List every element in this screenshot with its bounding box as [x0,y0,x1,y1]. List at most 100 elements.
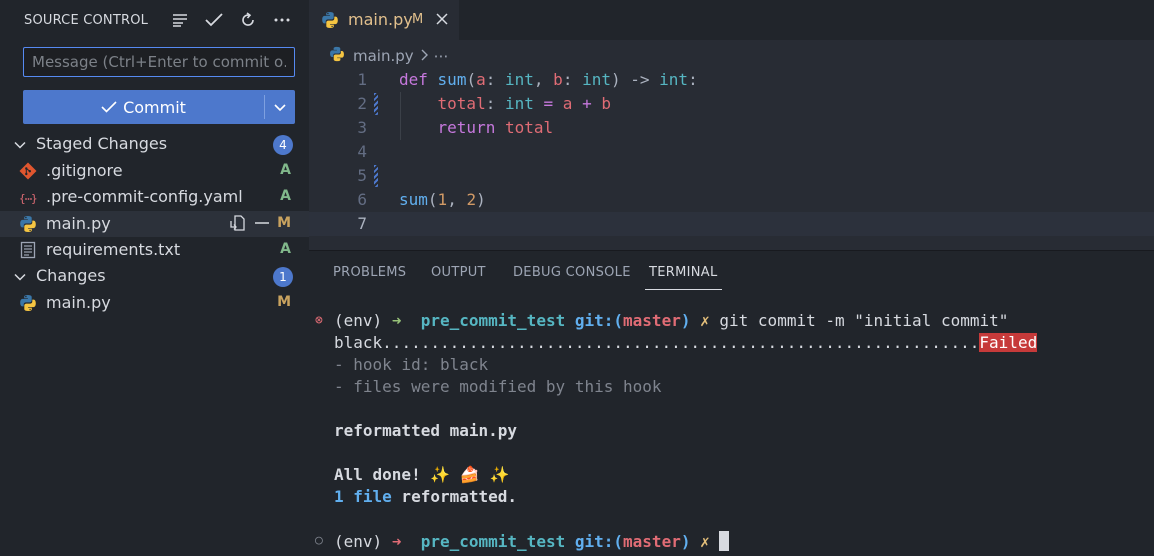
changes-label: Changes [36,266,106,285]
file-name: main.py [46,293,111,312]
tab-modified-indicator: M [412,12,424,27]
file-item-pre-commit-config[interactable]: {} .pre-commit-config.yaml A [0,184,309,210]
staged-count-badge: 4 [273,135,293,155]
prompt-branch: master [623,532,681,551]
prompt-git: git:( [574,311,624,330]
commit-main-action[interactable]: Commit [23,90,264,124]
file-name: .pre-commit-config.yaml [46,187,243,206]
commit-check-icon[interactable] [203,9,225,31]
file-name: .gitignore [46,161,123,180]
code-line-2: 2 total: int = a + b [309,92,1154,116]
code-line-4: 4 [309,140,1154,164]
file-name: requirements.txt [46,240,181,259]
prompt-git-close: ) [680,532,691,551]
prompt-dirty: ✗ [700,532,710,551]
tab-terminal[interactable]: TERMINAL [649,265,718,280]
file-item-main-py-changes[interactable]: main.py M [0,290,309,316]
prompt-dir: pre_commit_test [420,311,566,330]
file-name: main.py [46,214,111,233]
line-number: 2 [357,94,367,113]
summary-line: 1 file reformatted. [334,487,517,506]
breadcrumb-file[interactable]: main.py [329,46,414,66]
breadcrumb-more[interactable]: ⋯ [434,47,449,65]
file-item-gitignore[interactable]: .gitignore A [0,158,309,184]
line-number: 1 [357,70,367,89]
file-status: A [280,162,291,178]
code-text: total: int = a + b [437,94,611,113]
python-icon [19,294,37,312]
editor-tab-bar: main.py M [309,0,1154,40]
summary-rest: reformatted. [391,487,518,506]
prompt-dirty: ✗ [700,311,710,330]
hook-files-line: - files were modified by this hook [334,377,662,396]
code-view[interactable]: 1 def sum(a: int, b: int) -> int: 2 tota… [309,68,1154,236]
code-line-7: 7 [309,212,1154,236]
view-as-list-icon[interactable] [169,9,191,31]
sidebar-title: SOURCE CONTROL [24,13,149,28]
active-tab-indicator [645,289,722,290]
tab-output[interactable]: OUTPUT [431,265,486,280]
command-idle-icon[interactable]: ○ [315,533,323,548]
more-actions-icon[interactable] [271,9,293,31]
file-status: A [280,188,291,204]
staged-changes-label: Staged Changes [36,134,168,153]
file-status: M [277,294,291,310]
svg-text:}: } [31,192,37,205]
code-line-6: 6 sum(1, 2) [309,188,1154,212]
terminal-prompt-line: (env) ➜ pre_commit_test git:(master) ✗ g… [334,311,1008,330]
chevron-down-icon [274,98,286,116]
check-icon [101,98,117,117]
svg-text:{: { [19,192,26,205]
text-file-icon [19,241,37,259]
commit-button[interactable]: Commit [23,90,295,124]
tab-main-py[interactable]: main.py M [309,0,459,40]
all-done-line: All done! ✨ 🍰 ✨ [334,465,510,484]
line-number: 4 [357,142,367,161]
line-number: 7 [357,214,367,233]
file-item-requirements[interactable]: requirements.txt A [0,237,309,263]
prompt-arrow: ➜ [391,311,402,330]
terminal-cursor [719,531,730,551]
chevron-right-icon [420,47,428,65]
file-status: A [280,241,291,257]
bottom-panel: PROBLEMS OUTPUT DEBUG CONSOLE TERMINAL ⊗… [309,250,1154,556]
command-text: git commit -m "initial commit" [719,311,1009,330]
commit-label: Commit [123,97,186,117]
modified-line-marker[interactable] [374,165,378,187]
source-control-sidebar: SOURCE CONTROL Commit [0,0,309,556]
tab-problems[interactable]: PROBLEMS [333,265,406,280]
commit-message-input[interactable] [23,47,295,77]
unstage-minus-icon[interactable] [253,214,271,236]
line-number: 3 [357,118,367,137]
code-text: sum(1, 2) [399,190,486,209]
staged-changes-section[interactable]: Staged Changes 4 [0,131,309,157]
row-actions [229,214,271,236]
commit-dropdown-button[interactable] [265,90,295,124]
hook-failed-badge: Failed [979,333,1038,352]
code-line-1: 1 def sum(a: int, b: int) -> int: [309,68,1154,92]
reformatted-line: reformatted main.py [334,421,518,440]
prompt-env: (env) [334,311,383,330]
tab-label: main.py [348,10,413,29]
command-error-icon[interactable]: ⊗ [315,313,323,328]
hook-id-line: - hook id: black [334,355,489,374]
open-file-icon[interactable] [229,214,247,236]
code-line-5: 5 [309,164,1154,188]
modified-line-marker[interactable] [374,93,378,115]
editor-area: main.py M main.py ⋯ 1 def sum(a: int, b:… [309,0,1154,250]
close-icon[interactable] [433,10,451,28]
refresh-icon[interactable] [237,9,259,31]
line-number: 6 [357,190,367,209]
summary-count: 1 file [334,487,392,506]
file-item-main-py-staged[interactable]: main.py M [0,211,309,237]
terminal-prompt-line: (env) ➜ pre_commit_test git:(master) ✗ [334,531,730,551]
python-icon [321,11,339,33]
prompt-git: git:( [574,532,624,551]
line-number: 5 [357,166,367,185]
code-text: def sum(a: int, b: int) -> int: [399,70,698,89]
prompt-branch: master [623,311,681,330]
hook-result-line: black...................................… [334,333,1038,352]
changes-section[interactable]: Changes 1 [0,263,309,289]
tab-debug-console[interactable]: DEBUG CONSOLE [513,265,631,280]
changes-count-badge: 1 [273,267,293,287]
